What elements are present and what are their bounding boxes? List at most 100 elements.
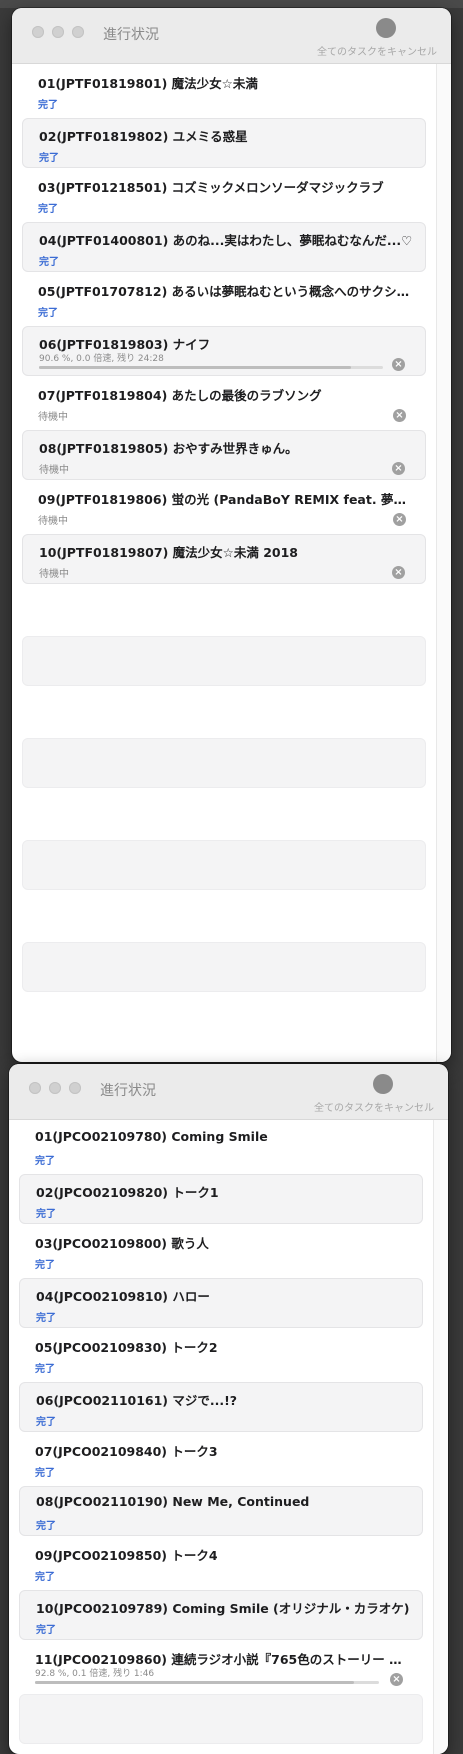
task-title: 05(JPCO02109830) トーク2 [35, 1340, 218, 1355]
task-title: 08(JPCO02110190) New Me, Continued [36, 1494, 310, 1509]
task-row: 04(JPTF01400801) あのね...実はわたし、夢眠ねむなんだ...♡… [22, 222, 426, 272]
progress-text: 92.8 %, 0.1 倍速, 残り 1:46 [35, 1669, 155, 1679]
cancel-task-button[interactable]: × [390, 1673, 403, 1686]
task-row: 09(JPCO02109850) トーク4 完了 [19, 1538, 423, 1588]
task-row: 03(JPCO02109800) 歌う人 完了 [19, 1226, 423, 1276]
task-status: 完了 [39, 257, 59, 268]
progress-window-1: 進行状況 全てのタスクをキャンセル 01(JPTF01819801) 魔法少女☆… [12, 8, 451, 1062]
task-title: 09(JPCO02109850) トーク4 [35, 1548, 218, 1563]
cancel-task-button[interactable]: × [393, 513, 406, 526]
cancel-task-button[interactable]: × [393, 409, 406, 422]
task-title: 01(JPTF01819801) 魔法少女☆未満 [38, 76, 258, 91]
task-status: 完了 [36, 1625, 56, 1636]
task-row: 03(JPTF01218501) コズミックメロンソーダマジックラブ 完了 [22, 170, 426, 220]
empty-row [22, 636, 426, 686]
task-title: 10(JPTF01819807) 魔法少女☆未満 2018 [39, 545, 298, 560]
task-row: 05(JPCO02109830) トーク2 完了 [19, 1330, 423, 1380]
task-title: 04(JPCO02109810) ハロー [36, 1289, 210, 1304]
task-row: 10(JPCO02109789) Coming Smile (オリジナル・カラオ… [19, 1590, 423, 1640]
task-title: 03(JPCO02109800) 歌う人 [35, 1236, 209, 1251]
task-row: 01(JPTF01819801) 魔法少女☆未満 完了 [22, 66, 426, 116]
cancel-all-label: 全てのタスクをキャンセル [317, 47, 437, 58]
close-circle-icon: × [394, 567, 403, 578]
task-status: 待機中 [39, 465, 69, 476]
task-row: 04(JPCO02109810) ハロー 完了 [19, 1278, 423, 1328]
close-circle-icon: × [392, 1674, 401, 1685]
close-circle-icon: × [394, 463, 403, 474]
task-title: 03(JPTF01218501) コズミックメロンソーダマジックラブ [38, 180, 384, 195]
task-status: 完了 [38, 308, 58, 319]
cancel-all-button[interactable] [376, 18, 396, 38]
zoom-window-button[interactable] [69, 1082, 81, 1094]
task-title: 02(JPCO02109820) トーク1 [36, 1185, 219, 1200]
task-status: 待機中 [38, 516, 68, 527]
task-status: 完了 [35, 1156, 55, 1167]
close-window-button[interactable] [32, 26, 44, 38]
task-row: 09(JPTF01819806) 蛍の光 (PandaBoY REMIX fea… [22, 482, 426, 532]
task-status: 完了 [35, 1572, 55, 1583]
close-window-button[interactable] [29, 1082, 41, 1094]
window-title: 進行状況 [100, 1083, 156, 1099]
task-status: 完了 [36, 1209, 56, 1220]
zoom-window-button[interactable] [72, 26, 84, 38]
task-row: 07(JPTF01819804) あたしの最後のラブソング 待機中 × [22, 378, 426, 428]
minimize-window-button[interactable] [49, 1082, 61, 1094]
task-status: 完了 [35, 1260, 55, 1271]
scrollbar[interactable] [433, 1120, 448, 1754]
task-row: 10(JPTF01819807) 魔法少女☆未満 2018 待機中 × [22, 534, 426, 584]
empty-row [22, 942, 426, 992]
task-status: 待機中 [39, 569, 69, 580]
task-status: 完了 [39, 153, 59, 164]
progress-fill [39, 366, 351, 369]
task-row: 05(JPTF01707812) あるいは夢眠ねむという概念へのサクシード 完了 [22, 274, 426, 324]
task-status: 完了 [35, 1468, 55, 1479]
window-title: 進行状況 [103, 27, 159, 43]
cancel-all-button[interactable] [373, 1074, 393, 1094]
progress-bar [35, 1681, 379, 1684]
empty-row [19, 1694, 423, 1744]
task-row: 01(JPCO02109780) Coming Smile 完了 [19, 1122, 423, 1172]
task-status: 完了 [36, 1417, 56, 1428]
titlebar: 進行状況 全てのタスクをキャンセル [12, 8, 451, 64]
task-row: 08(JPTF01819805) おやすみ世界きゅん。 待機中 × [22, 430, 426, 480]
task-title: 07(JPTF01819804) あたしの最後のラブソング [38, 388, 322, 403]
progress-fill [35, 1681, 355, 1684]
task-list[interactable]: 01(JPTF01819801) 魔法少女☆未満 完了 02(JPTF01819… [22, 66, 426, 1044]
scrollbar[interactable] [436, 64, 451, 1062]
task-title: 04(JPTF01400801) あのね...実はわたし、夢眠ねむなんだ...♡ [39, 233, 413, 248]
cancel-task-button[interactable]: × [392, 358, 405, 371]
task-row-active: 11(JPCO02109860) 連続ラジオ小説『765色のストーリー ～第十·… [19, 1642, 423, 1692]
task-title: 02(JPTF01819802) ユメミる惑星 [39, 129, 248, 144]
task-row-active: 06(JPTF01819803) ナイフ 90.6 %, 0.0 倍速, 残り … [22, 326, 426, 376]
cancel-task-button[interactable]: × [392, 566, 405, 579]
task-status: 完了 [35, 1364, 55, 1375]
task-status: 待機中 [38, 412, 68, 423]
task-status: 完了 [36, 1521, 56, 1532]
minimize-window-button[interactable] [52, 26, 64, 38]
task-list[interactable]: 01(JPCO02109780) Coming Smile 完了 02(JPCO… [19, 1122, 423, 1754]
task-row: 02(JPTF01819802) ユメミる惑星 完了 [22, 118, 426, 168]
task-status: 完了 [36, 1313, 56, 1324]
task-title: 07(JPCO02109840) トーク3 [35, 1444, 218, 1459]
task-title: 08(JPTF01819805) おやすみ世界きゅん。 [39, 441, 298, 456]
progress-window-2: 進行状況 全てのタスクをキャンセル 01(JPCO02109780) Comin… [9, 1064, 448, 1754]
task-title: 05(JPTF01707812) あるいは夢眠ねむという概念へのサクシード [38, 284, 416, 299]
cancel-all-label: 全てのタスクをキャンセル [314, 1103, 434, 1114]
empty-row [22, 840, 426, 890]
cancel-task-button[interactable]: × [392, 462, 405, 475]
empty-row [22, 738, 426, 788]
task-row: 06(JPCO02110161) マジで...!? 完了 [19, 1382, 423, 1432]
close-circle-icon: × [395, 514, 404, 525]
task-title: 10(JPCO02109789) Coming Smile (オリジナル・カラオ… [36, 1601, 410, 1616]
task-row: 02(JPCO02109820) トーク1 完了 [19, 1174, 423, 1224]
task-row: 07(JPCO02109840) トーク3 完了 [19, 1434, 423, 1484]
titlebar: 進行状況 全てのタスクをキャンセル [9, 1064, 448, 1120]
task-status: 完了 [38, 100, 58, 111]
task-status: 完了 [38, 204, 58, 215]
task-title: 01(JPCO02109780) Coming Smile [35, 1129, 268, 1144]
close-circle-icon: × [394, 359, 403, 370]
progress-bar [39, 366, 383, 369]
desktop-top-strip [0, 0, 463, 8]
task-title: 09(JPTF01819806) 蛍の光 (PandaBoY REMIX fea… [38, 492, 416, 507]
task-row: 08(JPCO02110190) New Me, Continued 完了 [19, 1486, 423, 1536]
